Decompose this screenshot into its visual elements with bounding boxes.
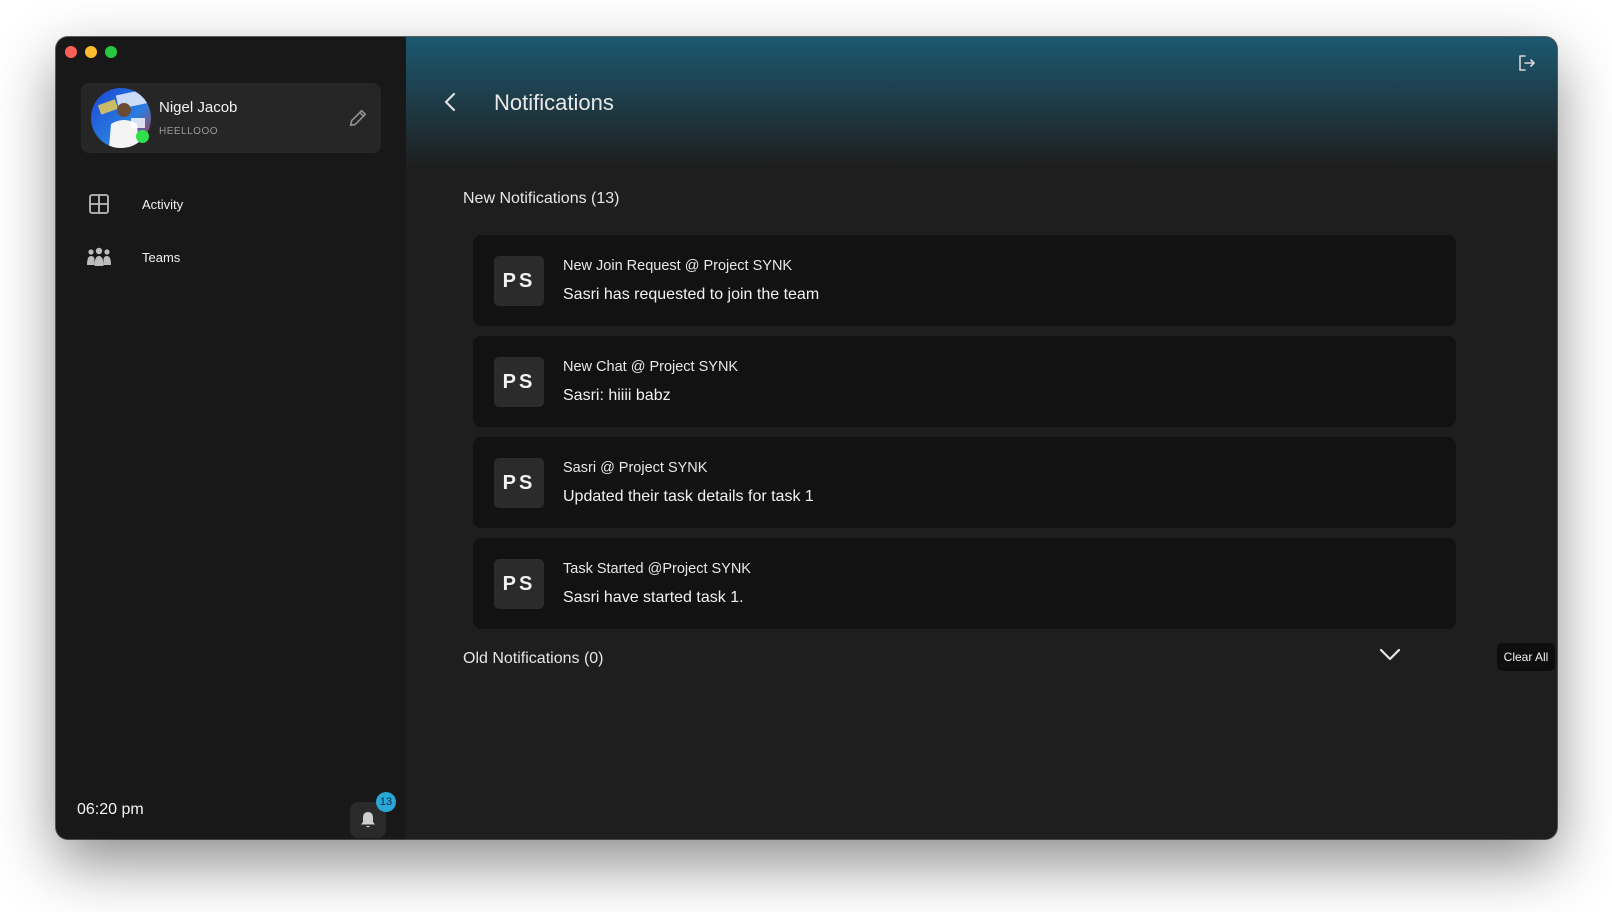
project-avatar: PS bbox=[494, 357, 544, 407]
notification-body: Sasri have started task 1. bbox=[563, 589, 744, 606]
notification-title: Sasri @ Project SYNK bbox=[563, 460, 708, 476]
sidebar-item-teams[interactable]: Teams bbox=[86, 242, 366, 272]
back-button[interactable] bbox=[440, 91, 462, 113]
profile-card[interactable]: Nigel Jacob HEELLOOO bbox=[81, 83, 381, 153]
notification-title: Task Started @Project SYNK bbox=[563, 561, 751, 577]
sidebar-item-label: Activity bbox=[142, 196, 184, 212]
project-avatar: PS bbox=[494, 256, 544, 306]
project-avatar: PS bbox=[494, 458, 544, 508]
edit-profile-button[interactable] bbox=[347, 107, 369, 129]
logout-icon bbox=[1519, 55, 1535, 71]
team-icon bbox=[86, 244, 112, 270]
online-status-dot bbox=[136, 130, 149, 143]
pencil-icon bbox=[349, 109, 367, 127]
close-window-button[interactable] bbox=[65, 46, 77, 58]
old-notifications-heading: Old Notifications (0) bbox=[463, 650, 604, 667]
bell-icon bbox=[361, 812, 375, 828]
new-notifications-heading: New Notifications (13) bbox=[463, 190, 620, 207]
notification-list: PS New Join Request @ Project SYNK Sasri… bbox=[473, 235, 1456, 639]
app-window: Nigel Jacob HEELLOOO Activity Teams 06:2… bbox=[56, 37, 1557, 839]
zoom-window-button[interactable] bbox=[105, 46, 117, 58]
project-avatar: PS bbox=[494, 559, 544, 609]
notification-body: Sasri: hiiii babz bbox=[563, 387, 671, 404]
clock: 06:20 pm bbox=[77, 801, 144, 818]
page-title: Notifications bbox=[494, 90, 614, 115]
profile-name: Nigel Jacob bbox=[159, 99, 238, 116]
sidebar-item-activity[interactable]: Activity bbox=[86, 189, 366, 219]
notification-item[interactable]: PS New Chat @ Project SYNK Sasri: hiiii … bbox=[473, 336, 1456, 427]
sidebar-item-label: Teams bbox=[142, 249, 181, 265]
chevron-left-icon bbox=[444, 92, 456, 112]
profile-status: HEELLOOO bbox=[159, 126, 219, 137]
notification-count-badge: 13 bbox=[376, 792, 396, 812]
chevron-down-icon bbox=[1379, 648, 1401, 661]
sidebar: Nigel Jacob HEELLOOO Activity Teams 06:2… bbox=[56, 37, 406, 839]
notification-title: New Chat @ Project SYNK bbox=[563, 359, 739, 375]
clear-all-button[interactable]: Clear All bbox=[1497, 643, 1555, 671]
minimize-window-button[interactable] bbox=[85, 46, 97, 58]
main-panel: Notifications New Notifications (13) PS … bbox=[406, 37, 1557, 839]
notification-item[interactable]: PS Sasri @ Project SYNK Updated their ta… bbox=[473, 437, 1456, 528]
notification-body: Sasri has requested to join the team bbox=[563, 286, 820, 303]
notification-title: New Join Request @ Project SYNK bbox=[563, 258, 793, 274]
expand-old-notifications-button[interactable] bbox=[1378, 643, 1402, 667]
notification-body: Updated their task details for task 1 bbox=[563, 488, 814, 505]
window-controls bbox=[65, 46, 117, 58]
grid-icon bbox=[86, 191, 112, 217]
notification-item[interactable]: PS Task Started @Project SYNK Sasri have… bbox=[473, 538, 1456, 629]
logout-button[interactable] bbox=[1517, 53, 1537, 73]
notification-item[interactable]: PS New Join Request @ Project SYNK Sasri… bbox=[473, 235, 1456, 326]
